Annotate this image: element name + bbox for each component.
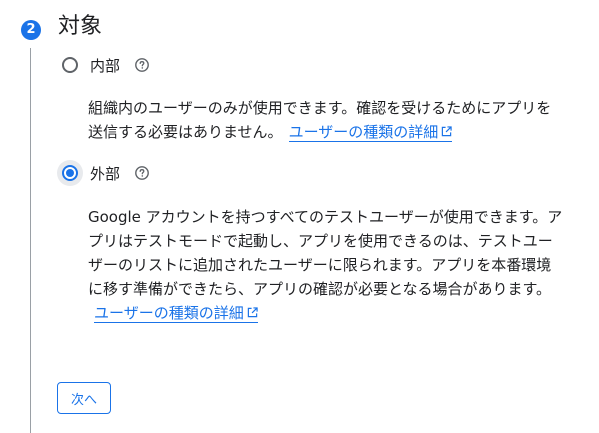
radio-internal[interactable] xyxy=(59,54,81,76)
description-internal: 組織内のユーザーのみが使用できます。確認を受けるためにアプリを送信する必要はあり… xyxy=(88,96,566,144)
next-button[interactable]: 次へ xyxy=(57,382,111,414)
open-in-new-icon xyxy=(247,307,258,318)
open-in-new-icon xyxy=(442,126,452,137)
description-external: Google アカウントを持つすべてのテストユーザーが使用できます。アプリはテス… xyxy=(88,205,566,325)
radio-label-internal: 内部 xyxy=(90,56,121,75)
user-type-details-link-internal[interactable]: ユーザーの種類の詳細 xyxy=(288,123,453,142)
radio-option-internal[interactable]: 内部 xyxy=(59,53,150,77)
help-circle-icon[interactable] xyxy=(134,57,150,73)
radio-external[interactable] xyxy=(57,160,83,186)
description-external-text: Google アカウントを持つすべてのテストユーザーが使用できます。アプリはテス… xyxy=(88,208,563,298)
user-type-details-link-external[interactable]: ユーザーの種類の詳細 xyxy=(94,304,258,323)
radio-label-external: 外部 xyxy=(90,164,121,183)
radio-option-external[interactable]: 外部 xyxy=(57,160,150,186)
step-number-badge: 2 xyxy=(21,20,41,40)
step-connector-line xyxy=(30,48,31,433)
help-circle-icon[interactable] xyxy=(134,165,150,181)
step-title: 対象 xyxy=(58,14,103,39)
